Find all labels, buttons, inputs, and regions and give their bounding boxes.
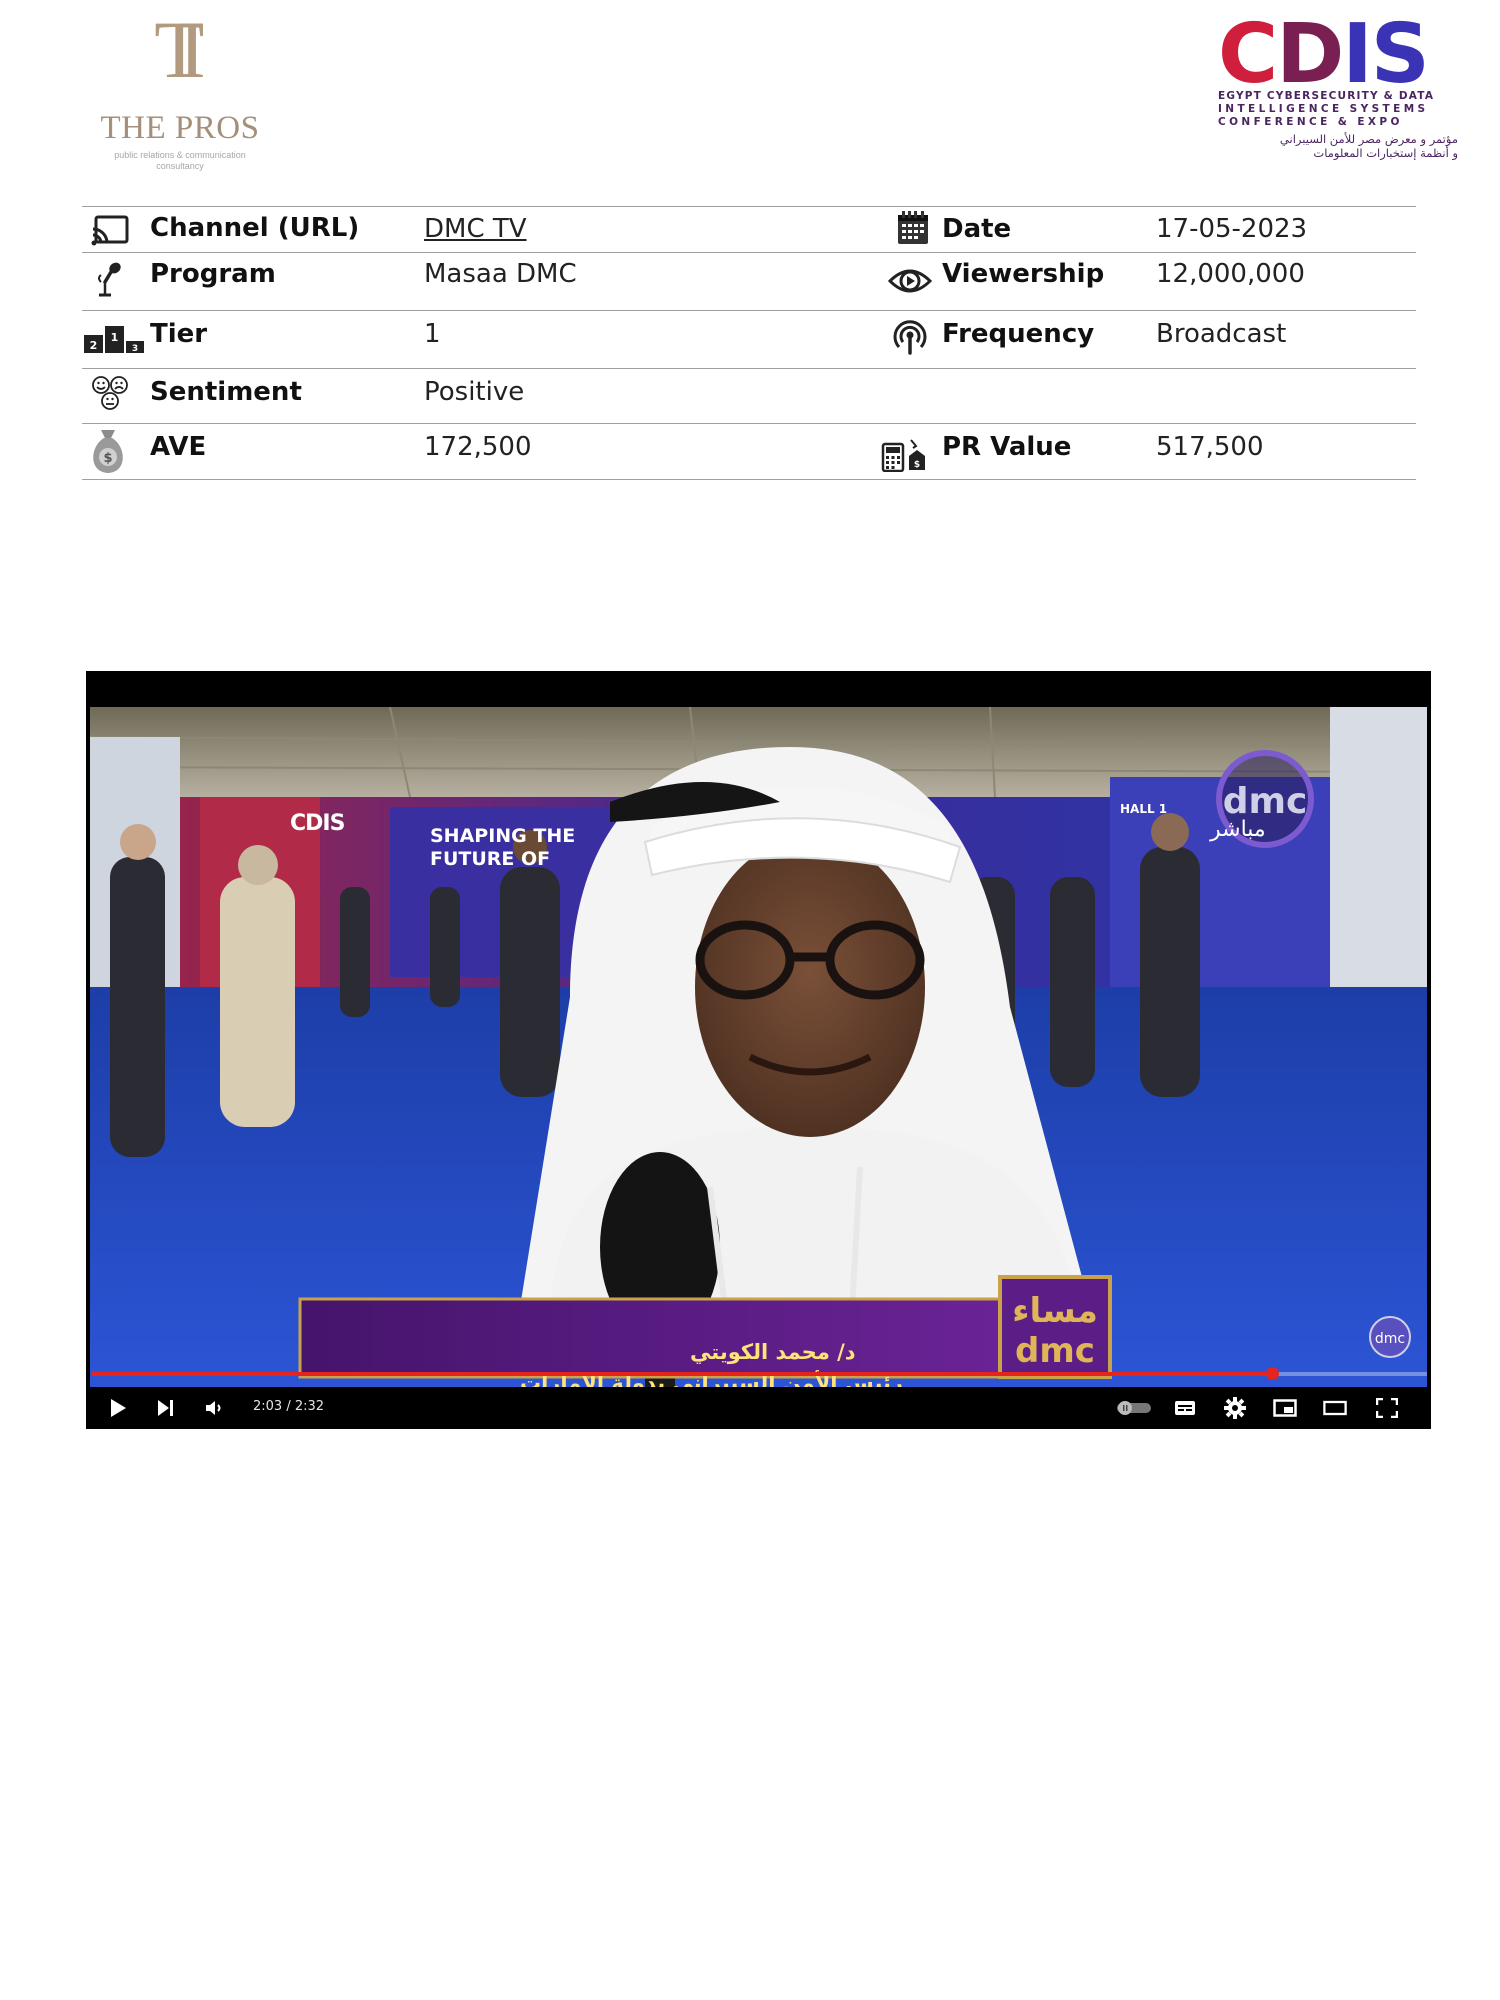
lower-third-name: د/ محمد الكويتي [690, 1340, 856, 1364]
date-label: Date [942, 214, 1012, 244]
viewership-label: Viewership [942, 259, 1105, 289]
booth-cdis-text: CDIS [290, 811, 345, 836]
info-row-channel-date: Channel (URL) DMC TV Date 17-05-2023 [82, 207, 1416, 253]
date-value: 17-05-2023 [1156, 214, 1308, 244]
volume-icon[interactable] [202, 1397, 226, 1419]
progress-fill [92, 1372, 1272, 1376]
tier-value: 1 [424, 319, 441, 349]
play-button[interactable] [106, 1397, 130, 1419]
info-row-sentiment: Sentiment Positive [82, 369, 1416, 424]
svg-text:1: 1 [111, 331, 119, 344]
cdis-arabic-line1: مؤتمر و معرض مصر للأمن السيبراني [1279, 132, 1458, 146]
booth-sign-text: SHAPING THE FUTURE OF [430, 825, 576, 870]
next-button[interactable] [154, 1397, 178, 1419]
viewership-value: 12,000,000 [1156, 259, 1305, 289]
cast-icon [88, 211, 132, 251]
the-pros-monogram: TI [154, 4, 205, 95]
the-pros-tagline: public relations & communication consult… [114, 150, 246, 171]
the-pros-logo: TI THE PROS public relations & communica… [80, 8, 280, 178]
progress-scrubber[interactable] [1265, 1367, 1279, 1380]
info-row-program-viewership: Program Masaa DMC Viewership 12,000,000 [82, 253, 1416, 311]
cdis-subtitle-line3: CONFERENCE & EXPO [1218, 116, 1403, 128]
program-value: Masaa DMC [424, 259, 577, 289]
info-row-tier-frequency: 213 Tier 1 Frequency Broadcast [82, 311, 1416, 369]
video-scene: مساء dmc dmc dmc [90, 707, 1427, 1387]
cdis-wordmark: C D IS [1218, 7, 1458, 102]
frequency-value: Broadcast [1156, 319, 1287, 349]
frequency-label: Frequency [942, 319, 1095, 349]
cdis-arabic-line2: و أنظمة إستخبارات المعلومات [1313, 146, 1458, 160]
the-pros-name: THE PROS [100, 110, 260, 146]
channel-link[interactable]: DMC TV [424, 214, 527, 244]
svg-text:$: $ [103, 451, 112, 466]
cdis-letters-is: IS [1342, 7, 1430, 102]
pr-value-label: PR Value [942, 432, 1072, 462]
ave-label: AVE [150, 432, 207, 462]
video-frame: مساء dmc dmc dmc SHAPING THE FUTURE OF H… [90, 707, 1427, 1387]
program-logo-dmc: dmc [1015, 1331, 1095, 1371]
live-label: مباشر [1210, 817, 1266, 842]
fullscreen-icon[interactable] [1375, 1397, 1399, 1419]
program-label: Program [150, 259, 276, 289]
program-logo-arabic: مساء [1012, 1291, 1098, 1331]
progress-bar[interactable] [92, 1367, 1427, 1380]
autoplay-toggle[interactable] [1114, 1397, 1154, 1419]
miniplayer-icon[interactable] [1273, 1397, 1297, 1419]
sentiment-value: Positive [424, 377, 525, 407]
subtitles-icon[interactable] [1173, 1397, 1197, 1419]
calendar-icon [891, 208, 935, 248]
hall-sign-text: HALL 1 [1120, 802, 1168, 816]
pr-value-value: 517,500 [1156, 432, 1264, 462]
channel-label: Channel (URL) [150, 213, 360, 243]
ave-value: 172,500 [424, 432, 532, 462]
sentiment-label: Sentiment [150, 377, 302, 407]
svg-text:2: 2 [90, 339, 98, 352]
media-info-table: Channel (URL) DMC TV Date 17-05-2023 Pro… [82, 206, 1416, 480]
channel-watermark: dmc [1223, 781, 1308, 822]
theater-mode-icon[interactable] [1323, 1397, 1347, 1419]
player-controls: 2:03 / 2:32 [86, 1387, 1431, 1429]
broadcast-icon [888, 316, 932, 356]
faces-icon [88, 373, 132, 413]
svg-text:3: 3 [132, 344, 138, 354]
microphone-icon [88, 259, 132, 299]
cdis-letter-c: C [1218, 7, 1278, 102]
cdis-logo: C D IS EGYPT CYBERSECURITY & DATA INTELL… [1218, 7, 1458, 183]
cdis-subtitle-line2: INTELLIGENCE SYSTEMS [1218, 103, 1429, 115]
svg-text:$: $ [914, 460, 920, 470]
time-display: 2:03 / 2:32 [253, 1399, 325, 1414]
cdis-letter-d: D [1276, 7, 1344, 102]
money-bag-icon: $ [86, 426, 130, 476]
tier-label: Tier [150, 319, 208, 349]
calculator-icon: $ [880, 434, 928, 474]
eye-icon [888, 261, 932, 301]
podium-icon: 21 3 [82, 319, 146, 359]
info-row-ave-pr-value: $ AVE 172,500 $ PR Value 517,500 [82, 424, 1416, 480]
video-player[interactable]: مساء dmc dmc dmc SHAPING THE FUTURE OF H… [86, 671, 1431, 1429]
cdis-subtitle-line1: EGYPT CYBERSECURITY & DATA [1218, 90, 1435, 102]
settings-gear-icon[interactable] [1223, 1397, 1247, 1419]
corner-dmc-logo: dmc [1375, 1331, 1405, 1347]
